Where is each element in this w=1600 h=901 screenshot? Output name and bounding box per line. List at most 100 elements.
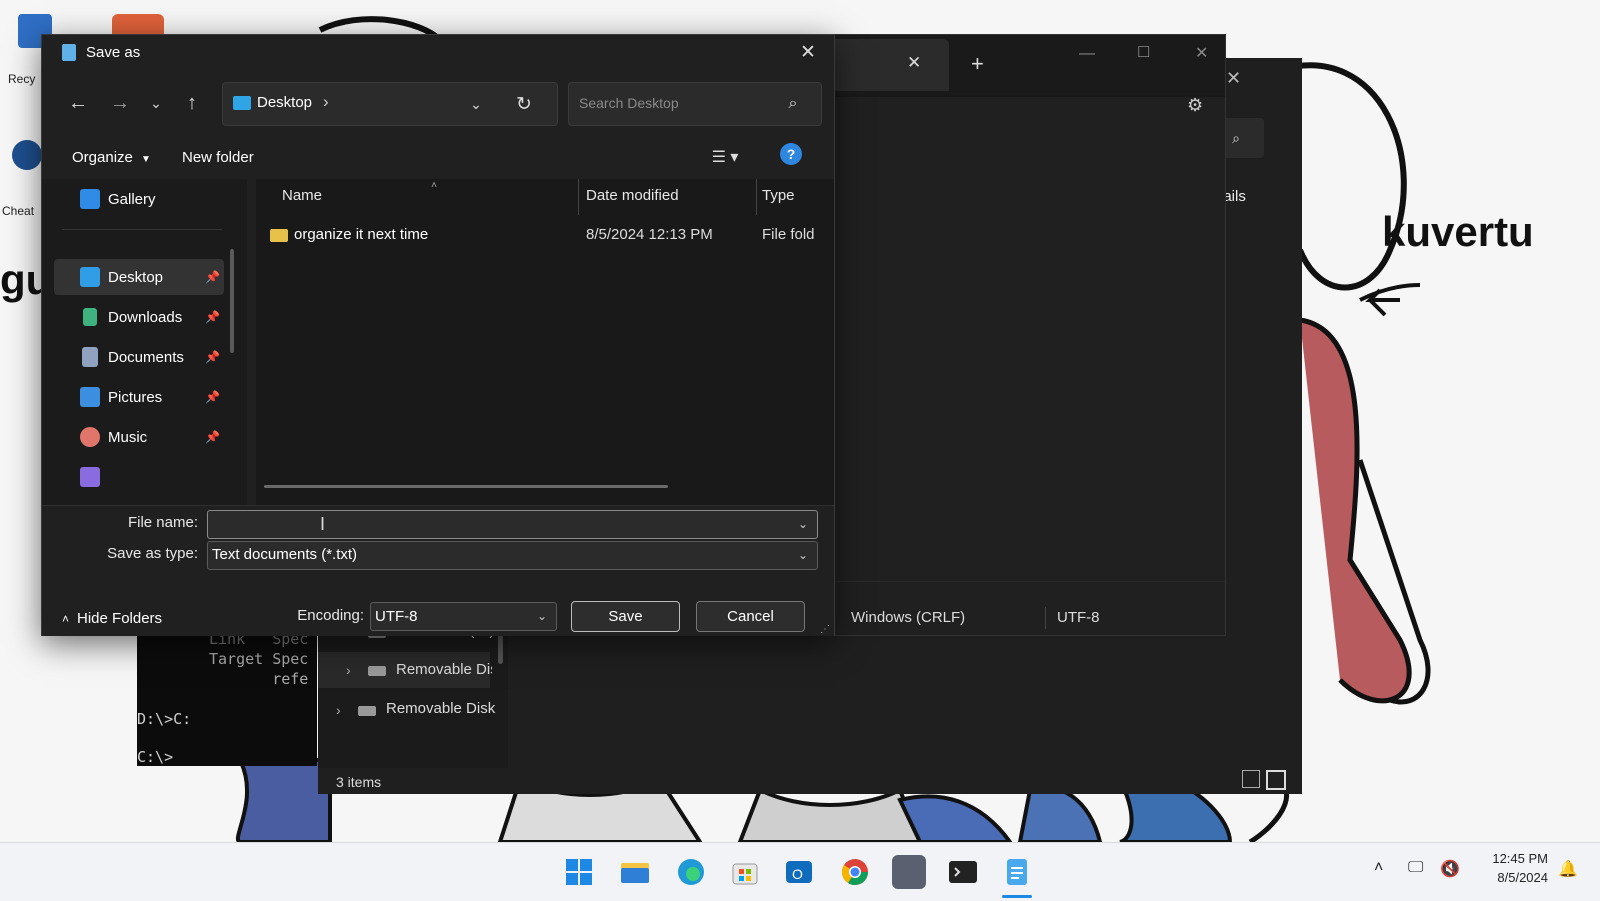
search-box[interactable]: Search Desktop ⌕: [568, 82, 822, 126]
terminal-line: Target Spec: [209, 650, 309, 668]
store-icon[interactable]: [728, 855, 762, 889]
terminal-window[interactable]: Link Spec Target Spec refe D:\>C: C:\>: [137, 620, 317, 766]
file-name-input[interactable]: I ⌄: [207, 510, 818, 539]
back-arrow-icon[interactable]: ←: [62, 87, 94, 119]
encoding-status[interactable]: UTF-8: [1057, 609, 1100, 626]
pin-icon[interactable]: 📌: [205, 350, 220, 364]
chrome-icon[interactable]: [838, 855, 872, 889]
file-name-cell: organize it next time: [294, 226, 429, 243]
nav-item-documents[interactable]: Documents 📌: [54, 339, 224, 375]
view-options-icon[interactable]: ☰ ▾: [702, 143, 748, 171]
table-row[interactable]: organize it next time 8/5/2024 12:13 PM …: [256, 217, 834, 253]
pin-icon[interactable]: 📌: [205, 390, 220, 404]
nav-item-label: Pictures: [108, 388, 163, 406]
chevron-right-icon[interactable]: ›: [336, 702, 341, 718]
desktop-icon-label: Cheat: [2, 204, 35, 218]
search-icon[interactable]: ⌕: [779, 91, 807, 117]
settings-gear-icon[interactable]: ⚙: [1187, 95, 1203, 116]
chevron-down-icon[interactable]: ⌄: [533, 607, 551, 625]
caret-down-icon: ▼: [141, 154, 151, 165]
gallery-icon: [80, 189, 100, 209]
recent-locations-chevron-icon[interactable]: ⌄: [142, 87, 170, 119]
pin-icon[interactable]: 📌: [205, 270, 220, 284]
close-tab-icon[interactable]: ✕: [907, 53, 921, 73]
tree-item-label[interactable]: Removable Disk: [386, 700, 495, 717]
chevron-down-icon[interactable]: ⌄: [794, 515, 812, 533]
taskbar: O ˄ 🖵 🔇 12:45 PM 8/5/2024 🔔: [0, 842, 1600, 901]
edge-icon[interactable]: [674, 855, 708, 889]
line-ending-status[interactable]: Windows (CRLF): [851, 609, 965, 626]
hide-folders-label: Hide Folders: [77, 610, 163, 627]
picture-icon: [80, 387, 100, 407]
column-header-date[interactable]: Date modified: [586, 187, 679, 204]
chevron-down-icon[interactable]: ⌄: [463, 91, 489, 117]
maximize-icon[interactable]: ☐: [1137, 43, 1150, 61]
nav-item-videos[interactable]: [54, 459, 224, 495]
column-header-name[interactable]: Name: [282, 187, 322, 204]
details-view-icon[interactable]: [1242, 770, 1260, 788]
notepad-icon[interactable]: [1000, 855, 1034, 889]
download-icon: [83, 308, 97, 326]
file-date-cell: 8/5/2024 12:13 PM: [586, 226, 713, 243]
up-arrow-icon[interactable]: ↑: [176, 87, 208, 119]
status-item-count: 3 items: [336, 774, 382, 790]
cancel-button[interactable]: Cancel: [696, 601, 805, 632]
pin-icon[interactable]: 📌: [205, 430, 220, 444]
chevron-up-icon: ˄: [62, 611, 70, 626]
chevron-up-icon[interactable]: ˄: [1374, 859, 1383, 877]
forward-arrow-icon[interactable]: →: [104, 87, 136, 119]
horizontal-scrollbar[interactable]: [264, 485, 668, 488]
new-tab-icon[interactable]: +: [971, 51, 984, 77]
address-location[interactable]: Desktop: [257, 94, 312, 111]
command-bar: Organize ▼ New folder ☰ ▾ ?: [42, 135, 834, 179]
chevron-right-icon[interactable]: ›: [323, 92, 329, 112]
outlook-icon[interactable]: O: [782, 855, 816, 889]
music-icon: [80, 427, 100, 447]
game-icon[interactable]: [892, 855, 926, 889]
close-icon[interactable]: ✕: [1226, 68, 1241, 89]
terminal-icon[interactable]: [946, 855, 980, 889]
close-icon[interactable]: ✕: [784, 35, 832, 69]
refresh-icon[interactable]: ↻: [509, 91, 539, 117]
hide-folders-button[interactable]: ˄ Hide Folders: [62, 610, 162, 627]
save-button[interactable]: Save: [571, 601, 680, 632]
new-folder-button[interactable]: New folder: [182, 149, 254, 166]
close-window-icon[interactable]: ✕: [1195, 43, 1208, 63]
search-placeholder: Search Desktop: [579, 95, 679, 111]
organize-menu[interactable]: Organize ▼: [72, 149, 151, 166]
start-icon[interactable]: [562, 855, 596, 889]
chevron-right-icon[interactable]: ›: [346, 662, 351, 678]
chevron-down-icon[interactable]: ⌄: [794, 546, 812, 564]
terminal-line: refe: [209, 670, 309, 688]
nav-item-gallery[interactable]: Gallery: [54, 181, 224, 217]
clock-time: 12:45 PM: [1492, 851, 1548, 866]
notepad-icon: [62, 44, 76, 61]
file-explorer-icon[interactable]: [618, 855, 652, 889]
address-bar[interactable]: Desktop › ⌄ ↻: [222, 82, 558, 126]
folder-icon: [270, 229, 288, 242]
network-icon[interactable]: 🖵: [1408, 859, 1423, 877]
nav-item-downloads[interactable]: Downloads 📌: [54, 299, 224, 335]
minimize-icon[interactable]: —: [1079, 45, 1095, 63]
notification-bell-icon[interactable]: 🔔: [1558, 859, 1578, 879]
clock[interactable]: 12:45 PM 8/5/2024: [1480, 851, 1548, 885]
nav-item-label: Documents: [108, 348, 184, 366]
desktop-icon: [80, 267, 100, 287]
encoding-select[interactable]: UTF-8 ⌄: [370, 602, 557, 631]
notepad-window[interactable]: ✕ + — ☐ ✕ ⚙ Windows (CRLF) UTF-8: [818, 34, 1226, 636]
nav-item-pictures[interactable]: Pictures 📌: [54, 379, 224, 415]
encoding-value: UTF-8: [375, 608, 418, 625]
tree-item-label[interactable]: Removable Dis: [396, 661, 492, 678]
resize-grip-icon[interactable]: ⋰: [820, 624, 830, 635]
nav-scrollbar[interactable]: [230, 249, 234, 353]
nav-item-music[interactable]: Music 📌: [54, 419, 224, 455]
chrome-shortcut-icon[interactable]: [112, 14, 164, 36]
volume-icon[interactable]: 🔇: [1440, 859, 1460, 879]
gear-icon: [12, 140, 42, 170]
nav-item-desktop[interactable]: Desktop 📌: [54, 259, 224, 295]
column-header-type[interactable]: Type: [762, 187, 795, 204]
save-type-select[interactable]: Text documents (*.txt) ⌄: [207, 541, 818, 570]
pin-icon[interactable]: 📌: [205, 310, 220, 324]
tiles-view-icon[interactable]: [1266, 770, 1286, 790]
help-icon[interactable]: ?: [780, 143, 802, 165]
